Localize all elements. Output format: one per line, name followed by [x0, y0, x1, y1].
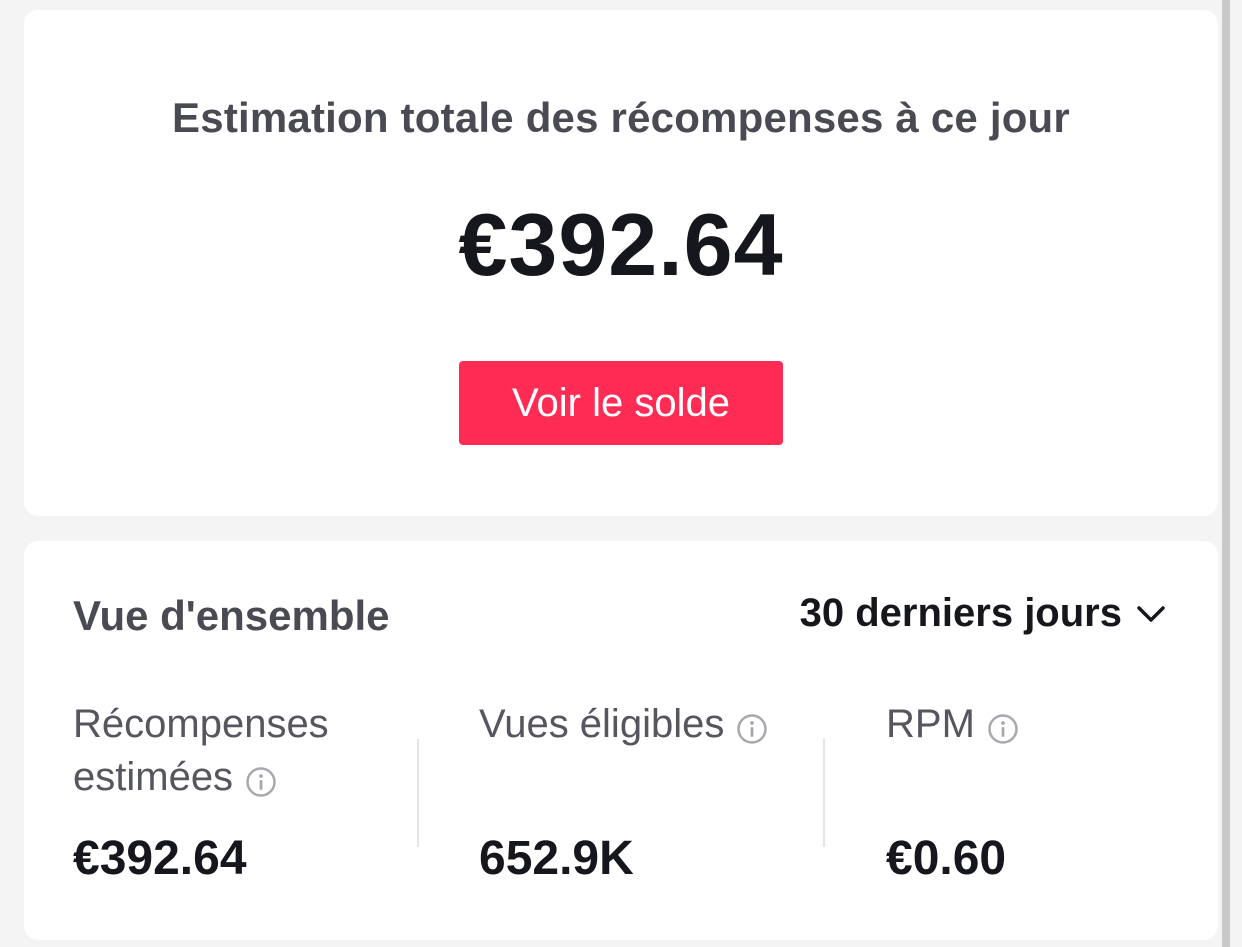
metric-label-text: Récompenses estimées	[73, 702, 329, 799]
overview-title: Vue d'ensemble	[73, 592, 390, 639]
total-rewards-amount: €392.64	[458, 195, 784, 294]
period-dropdown[interactable]: 30 derniers jours	[800, 591, 1166, 636]
info-icon[interactable]	[987, 706, 1019, 745]
metric-label-text: Vues éligibles	[479, 702, 725, 746]
overview-card: Vue d'ensemble 30 derniers jours Récompe…	[24, 541, 1218, 940]
view-balance-button[interactable]: Voir le solde	[459, 361, 783, 445]
metric-label-text: RPM	[886, 702, 975, 746]
metric-value: 652.9K	[479, 832, 634, 885]
metric-estimated-rewards: Récompenses estimées €392.64	[73, 698, 413, 885]
metric-rpm: RPM €0.60	[886, 698, 1226, 885]
metric-label: Vues éligibles	[479, 698, 799, 751]
metric-divider	[417, 739, 419, 847]
page: Estimation totale des récompenses à ce j…	[0, 0, 1242, 947]
total-rewards-title: Estimation totale des récompenses à ce j…	[172, 94, 1070, 141]
scrollbar[interactable]	[1222, 0, 1230, 947]
metric-label: RPM	[886, 698, 1206, 751]
total-rewards-card: Estimation totale des récompenses à ce j…	[24, 10, 1218, 516]
period-label: 30 derniers jours	[799, 591, 1122, 635]
metric-value: €392.64	[73, 832, 247, 885]
metric-label: Récompenses estimées	[73, 698, 393, 804]
metric-divider	[823, 739, 825, 847]
info-icon[interactable]	[736, 706, 768, 745]
metric-value: €0.60	[886, 832, 1007, 885]
metric-eligible-views: Vues éligibles 652.9K	[479, 698, 819, 885]
info-icon[interactable]	[245, 759, 277, 798]
chevron-down-icon	[1136, 604, 1166, 624]
